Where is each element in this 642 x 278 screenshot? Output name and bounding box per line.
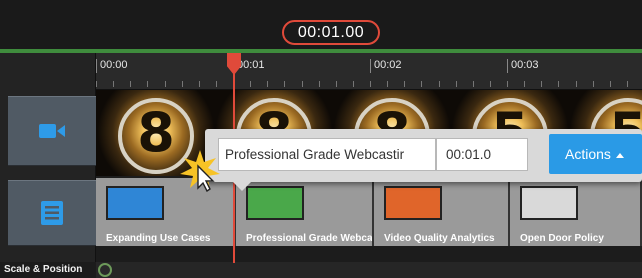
- popup-arrow: [233, 182, 251, 191]
- ruler-minor-tick: [609, 81, 611, 87]
- slide-caption: Professional Grade Webca: [246, 233, 372, 244]
- ruler-minor-tick: [352, 81, 354, 87]
- ruler-minor-tick: [318, 81, 320, 87]
- ruler-minor-tick: [181, 81, 183, 87]
- ruler-minor-tick: [541, 81, 543, 87]
- slide-caption: Expanding Use Cases: [106, 233, 211, 244]
- ruler-minor-tick: [438, 81, 440, 87]
- ruler-minor-tick: [421, 81, 423, 87]
- slide-caption: Open Door Policy: [520, 233, 604, 244]
- ruler-minor-tick: [96, 81, 97, 87]
- mouse-cursor-click-icon: [180, 150, 220, 192]
- actions-dropdown-button[interactable]: Actions: [549, 134, 642, 174]
- ruler-minor-tick: [489, 81, 491, 87]
- ruler-minor-tick: [284, 81, 286, 87]
- timeline-editor: Scale & Position 00:01.00 00:00 00:01 00…: [0, 0, 642, 278]
- current-time-display[interactable]: 00:01.00: [282, 20, 380, 45]
- slides-list-icon: [41, 201, 63, 225]
- ruler-minor-tick: [130, 81, 132, 87]
- clip-title-input[interactable]: Professional Grade Webcastir: [218, 138, 436, 171]
- ruler-minor-tick: [164, 81, 166, 87]
- ruler-minor-tick: [524, 81, 526, 87]
- ruler-label-0: 00:00: [96, 59, 128, 73]
- ruler-minor-tick: [472, 81, 474, 87]
- slide-clip[interactable]: Video Quality Analytics: [374, 178, 510, 246]
- ruler-minor-tick: [387, 81, 389, 87]
- slide-clip[interactable]: Open Door Policy: [510, 178, 642, 246]
- track-headers: Scale & Position: [0, 0, 96, 278]
- ruler-minor-tick: [215, 81, 217, 87]
- ruler-minor-tick: [198, 81, 200, 87]
- scale-position-label: Scale & Position: [0, 262, 96, 278]
- time-ruler[interactable]: 00:00 00:01 00:02 00:03: [96, 53, 642, 90]
- slide-thumbnail: [520, 186, 578, 220]
- ruler-minor-tick: [335, 81, 337, 87]
- ruler-label-2: 00:02: [370, 59, 402, 73]
- scale-position-track[interactable]: [96, 262, 642, 278]
- ruler-minor-tick: [147, 81, 149, 87]
- slides-track-button[interactable]: [8, 180, 96, 246]
- ruler-minor-tick: [558, 81, 560, 87]
- ruler-minor-tick: [404, 81, 406, 87]
- ruler-minor-tick: [301, 81, 303, 87]
- slide-thumbnail: [246, 186, 304, 220]
- ruler-minor-tick: [370, 81, 371, 87]
- slide-thumbnail: [384, 186, 442, 220]
- video-camera-icon: [39, 124, 65, 138]
- ruler-minor-tick: [626, 81, 628, 87]
- ruler-minor-tick: [267, 81, 269, 87]
- caret-up-icon: [615, 152, 624, 158]
- clip-edit-popup: Professional Grade Webcastir 00:01.0 Act…: [205, 129, 642, 191]
- track-header-top: [0, 0, 96, 50]
- ruler-minor-tick: [592, 81, 594, 87]
- ruler-minor-tick: [455, 81, 457, 87]
- slide-thumbnail: [106, 186, 164, 220]
- slide-caption: Video Quality Analytics: [384, 233, 495, 244]
- time-header: 00:01.00: [96, 0, 642, 50]
- ruler-minor-tick: [575, 81, 577, 87]
- ruler-label-3: 00:03: [507, 59, 539, 73]
- scale-keyframe-handle[interactable]: [98, 263, 112, 277]
- ruler-minor-tick: [507, 81, 508, 87]
- video-track-button[interactable]: [8, 96, 96, 166]
- ruler-minor-tick: [113, 81, 115, 87]
- clip-time-input[interactable]: 00:01.0: [436, 138, 528, 171]
- ruler-minor-tick: [250, 81, 252, 87]
- slide-clip[interactable]: Professional Grade Webca: [236, 178, 374, 246]
- actions-label: Actions: [565, 146, 611, 162]
